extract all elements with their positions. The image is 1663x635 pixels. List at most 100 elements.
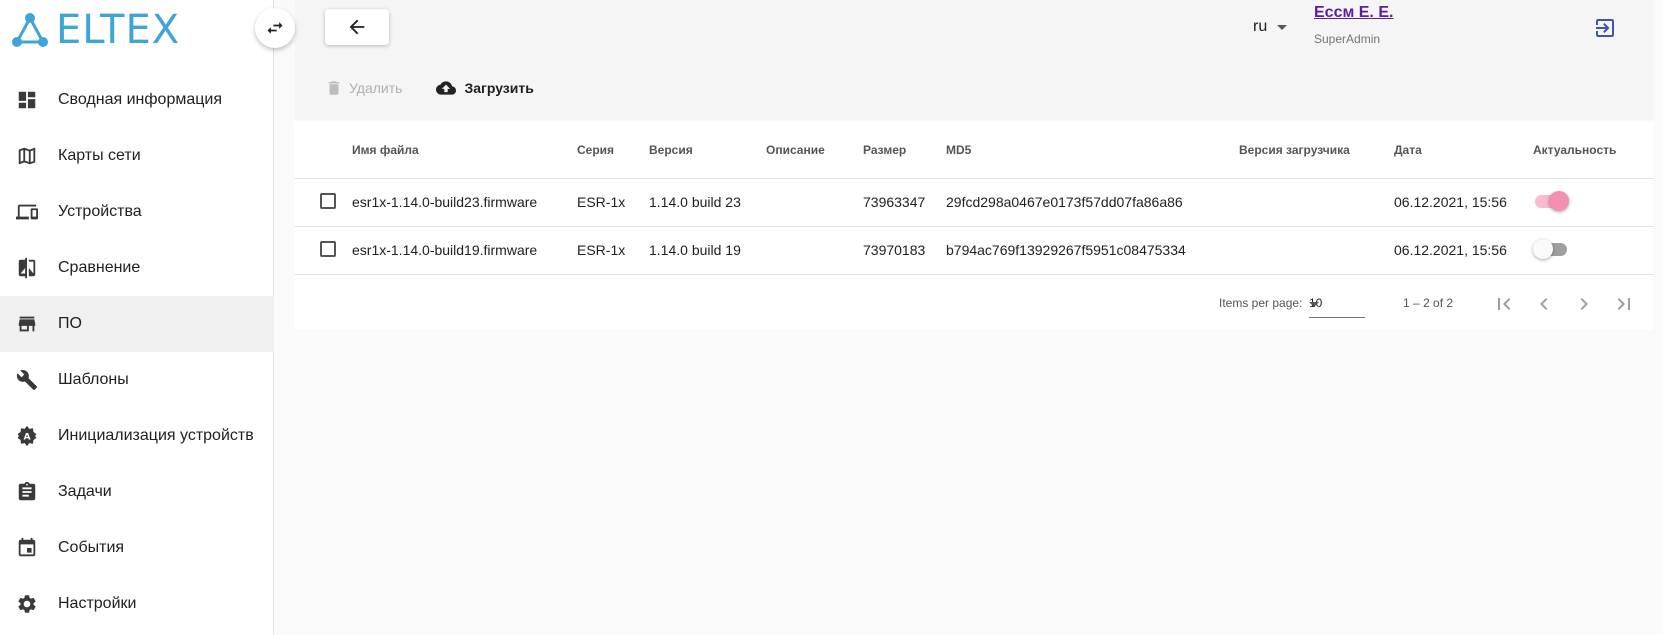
svg-text:A: A <box>23 432 31 443</box>
sidebar-item-compare[interactable]: Сравнение <box>0 240 274 296</box>
column-header-description[interactable]: Описание <box>766 122 863 179</box>
sidebar-item-device-init[interactable]: A Инициализация устройств <box>0 408 274 464</box>
column-header-series[interactable]: Серия <box>577 122 649 179</box>
cell-date: 06.12.2021, 15:56 <box>1394 226 1533 275</box>
calendar-icon <box>16 537 38 559</box>
dashboard-icon <box>16 89 38 111</box>
sidebar-item-label: Устройства <box>58 203 142 220</box>
column-header-size[interactable]: Размер <box>863 122 946 179</box>
header: ru Ессм Е. Е. SuperAdmin Удалить Загрузи… <box>295 0 1653 120</box>
sidebar-item-devices[interactable]: Устройства <box>0 184 274 240</box>
delete-label: Удалить <box>349 80 403 96</box>
chevron-down-icon <box>1309 302 1319 307</box>
page-size-select[interactable]: 10 <box>1309 290 1365 318</box>
cell-file: esr1x-1.14.0-build19.firmware <box>352 226 577 275</box>
gear-icon <box>16 593 38 615</box>
sidebar-item-settings[interactable]: Настройки <box>0 576 274 632</box>
logo-text: ELTEX <box>56 7 181 53</box>
first-page-button[interactable] <box>1492 292 1516 316</box>
back-button[interactable] <box>325 9 389 45</box>
upload-button[interactable]: Загрузить <box>434 78 534 98</box>
first-page-icon <box>1498 298 1511 310</box>
paginator: Items per page: 10 1 – 2 of 2 <box>295 276 1653 332</box>
sidebar-item-network-maps[interactable]: Карты сети <box>0 128 274 184</box>
cloud-upload-icon <box>436 81 457 95</box>
sidebar-item-label: Сводная информация <box>58 91 222 108</box>
cell-size: 73963347 <box>863 178 946 227</box>
devices-icon <box>16 201 38 223</box>
eltex-logo[interactable]: ELTEX <box>10 10 190 50</box>
cell-version: 1.14.0 build 19 <box>649 226 766 275</box>
cell-size: 73970183 <box>863 226 946 275</box>
store-icon <box>16 313 38 335</box>
logo-mark-icon <box>12 13 48 47</box>
chevron-down-icon <box>1277 24 1288 30</box>
language-select[interactable]: ru <box>1253 18 1288 36</box>
compare-icon <box>16 257 38 279</box>
user-profile-link[interactable]: Ессм Е. Е. <box>1314 4 1393 22</box>
column-header-version[interactable]: Версия <box>649 122 766 179</box>
trash-icon <box>328 81 340 95</box>
table-header-row: Имя файла Серия Версия Описание Размер M… <box>295 122 1653 179</box>
actual-toggle[interactable] <box>1533 238 1569 259</box>
items-per-page-label: Items per page: <box>1219 296 1303 310</box>
page-range-label: 1 – 2 of 2 <box>1403 296 1454 310</box>
sidebar-nav: Сводная информация Карты сети Устройства… <box>0 72 274 632</box>
row-checkbox[interactable] <box>320 192 336 209</box>
last-page-icon <box>1617 298 1630 310</box>
next-page-button[interactable] <box>1572 292 1596 316</box>
sidebar-item-label: ПО <box>58 315 82 332</box>
cell-version: 1.14.0 build 23 <box>649 178 766 227</box>
sidebar-item-templates[interactable]: Шаблоны <box>0 352 274 408</box>
cell-md5: b794ac769f13929267f5951c08475334 <box>946 226 1239 275</box>
upload-label: Загрузить <box>464 80 534 96</box>
sidebar-item-label: События <box>58 539 125 556</box>
chevron-left-icon <box>1540 298 1548 310</box>
sidebar: ELTEX Сводная информация Карты сети Устр… <box>0 0 274 635</box>
clipboard-icon <box>16 481 38 503</box>
chevron-right-icon <box>1580 298 1588 310</box>
row-checkbox[interactable] <box>320 240 336 257</box>
cell-bootloader <box>1239 178 1394 227</box>
table-row[interactable]: esr1x-1.14.0-build19.firmware ESR-1x 1.1… <box>295 226 1653 275</box>
map-icon <box>16 145 38 167</box>
arrow-left-icon <box>349 19 365 35</box>
sidebar-item-label: Инициализация устройств <box>58 427 254 444</box>
cell-description <box>766 226 863 275</box>
logout-button[interactable] <box>1593 16 1617 40</box>
sidebar-item-label: Задачи <box>58 483 112 500</box>
swap-arrows-icon <box>267 22 283 34</box>
sidebar-item-label: Шаблоны <box>58 371 129 388</box>
sidebar-item-tasks[interactable]: Задачи <box>0 464 274 520</box>
toolbar: Удалить Загрузить <box>325 78 534 98</box>
actual-toggle[interactable] <box>1533 190 1569 211</box>
sidebar-item-label: Карты сети <box>58 147 141 164</box>
sidebar-item-label: Настройки <box>58 595 137 612</box>
language-value: ru <box>1253 18 1268 35</box>
column-header-select <box>295 122 352 179</box>
auto-setup-icon: A <box>16 425 38 447</box>
column-header-actual[interactable]: Актуальность <box>1533 122 1653 179</box>
last-page-button[interactable] <box>1612 292 1636 316</box>
user-role: SuperAdmin <box>1314 32 1381 46</box>
column-header-md5[interactable]: MD5 <box>946 122 1239 179</box>
column-header-bootloader[interactable]: Версия загрузчика <box>1239 122 1394 179</box>
wrench-icon <box>16 369 38 391</box>
sidebar-item-summary[interactable]: Сводная информация <box>0 72 274 128</box>
cell-series: ESR-1x <box>577 178 649 227</box>
firmware-table-card: Имя файла Серия Версия Описание Размер M… <box>295 122 1653 330</box>
sidebar-item-label: Сравнение <box>58 259 141 276</box>
cell-file: esr1x-1.14.0-build23.firmware <box>352 178 577 227</box>
logout-icon <box>1596 19 1614 37</box>
cell-series: ESR-1x <box>577 226 649 275</box>
previous-page-button[interactable] <box>1532 292 1556 316</box>
delete-button[interactable]: Удалить <box>325 78 402 98</box>
cell-md5: 29fcd298a0467e0173f57dd07fa86a86 <box>946 178 1239 227</box>
toggle-sidebar-button[interactable] <box>255 8 295 48</box>
column-header-file[interactable]: Имя файла <box>352 122 577 179</box>
sidebar-item-events[interactable]: События <box>0 520 274 576</box>
table-row[interactable]: esr1x-1.14.0-build23.firmware ESR-1x 1.1… <box>295 178 1653 227</box>
sidebar-item-software[interactable]: ПО <box>0 296 274 352</box>
column-header-date[interactable]: Дата <box>1394 122 1533 179</box>
cell-bootloader <box>1239 226 1394 275</box>
